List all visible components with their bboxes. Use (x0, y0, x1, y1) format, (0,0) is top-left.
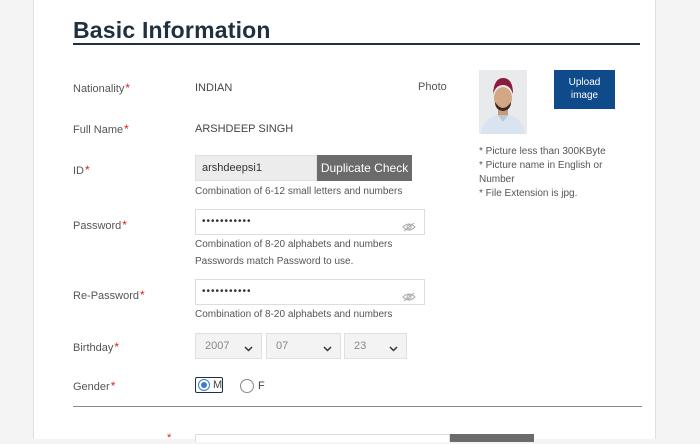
password-value: ••••••••••• (202, 216, 252, 227)
eye-slash-icon[interactable] (402, 219, 416, 237)
next-row-button[interactable] (450, 434, 534, 442)
repassword-input[interactable]: ••••••••••• (195, 279, 425, 305)
repassword-label: Re-Password* (73, 288, 145, 302)
gender-f-radio[interactable] (240, 379, 254, 393)
gender-m-radio[interactable] (198, 379, 210, 391)
required-mark: * (110, 379, 116, 393)
photo-label: Photo (418, 81, 447, 93)
photo-note: * Picture less than 300KByte (479, 146, 606, 157)
full-name-value: ARSHDEEP SINGH (195, 123, 294, 135)
duplicate-check-button[interactable]: Duplicate Check (317, 155, 412, 181)
password-label: Password* (73, 218, 127, 232)
chevron-down-icon (244, 343, 253, 355)
birth-day-select[interactable]: 23 (344, 333, 407, 359)
required-mark: * (140, 288, 145, 302)
repassword-value: ••••••••••• (202, 286, 252, 297)
password-hint-1: Combination of 8-20 alphabets and number… (195, 239, 393, 250)
id-label: ID* (73, 163, 90, 177)
required-mark: * (124, 122, 129, 136)
title-underline (73, 43, 640, 45)
photo-note: * File Extension is jpg. (479, 188, 578, 199)
photo-notes: * Picture less than 300KByte * Picture n… (479, 145, 619, 201)
full-name-label: Full Name* (73, 122, 129, 136)
password-input[interactable]: ••••••••••• (195, 209, 425, 235)
birth-year-value: 2007 (205, 340, 230, 352)
chevron-down-icon (389, 343, 398, 355)
gender-label-text: Gender (73, 381, 110, 393)
full-name-label-text: Full Name (73, 124, 124, 136)
nationality-value: INDIAN (195, 82, 233, 94)
birth-year-select[interactable]: 2007 (195, 333, 262, 359)
birth-month-value: 07 (276, 340, 289, 352)
next-row-input[interactable] (195, 434, 450, 442)
password-hint-2: Passwords match Password to use. (195, 256, 354, 267)
id-hint: Combination of 6-12 small letters and nu… (195, 186, 403, 197)
eye-slash-icon[interactable] (402, 289, 416, 307)
gender-f-label[interactable]: F (258, 380, 265, 392)
section-divider (73, 406, 642, 407)
repassword-label-text: Re-Password (73, 290, 140, 302)
birthday-label: Birthday* (73, 340, 119, 354)
nationality-label: Nationality* (73, 81, 130, 95)
upload-image-button[interactable]: Upload image (554, 70, 615, 109)
gender-m-label[interactable]: M (213, 379, 222, 391)
section-title: Basic Information (73, 17, 271, 43)
required-mark: * (122, 218, 127, 232)
chevron-down-icon (323, 343, 332, 355)
required-mark: * (85, 163, 90, 177)
password-label-text: Password (73, 220, 122, 232)
required-mark: * (125, 81, 131, 95)
photo-note: * Picture name in English or Number (479, 160, 603, 185)
id-label-text: ID (73, 165, 84, 177)
gender-label: Gender* (73, 379, 115, 393)
nationality-label-text: Nationality (73, 83, 125, 95)
profile-photo (479, 70, 527, 134)
birth-month-select[interactable]: 07 (266, 333, 341, 359)
repassword-hint: Combination of 8-20 alphabets and number… (195, 309, 393, 320)
birth-day-value: 23 (354, 340, 367, 352)
birthday-label-text: Birthday (73, 342, 114, 354)
required-mark: * (114, 340, 120, 354)
next-row-required-mark: * (167, 432, 172, 444)
id-input[interactable]: arshdeepsi1 (195, 155, 317, 181)
